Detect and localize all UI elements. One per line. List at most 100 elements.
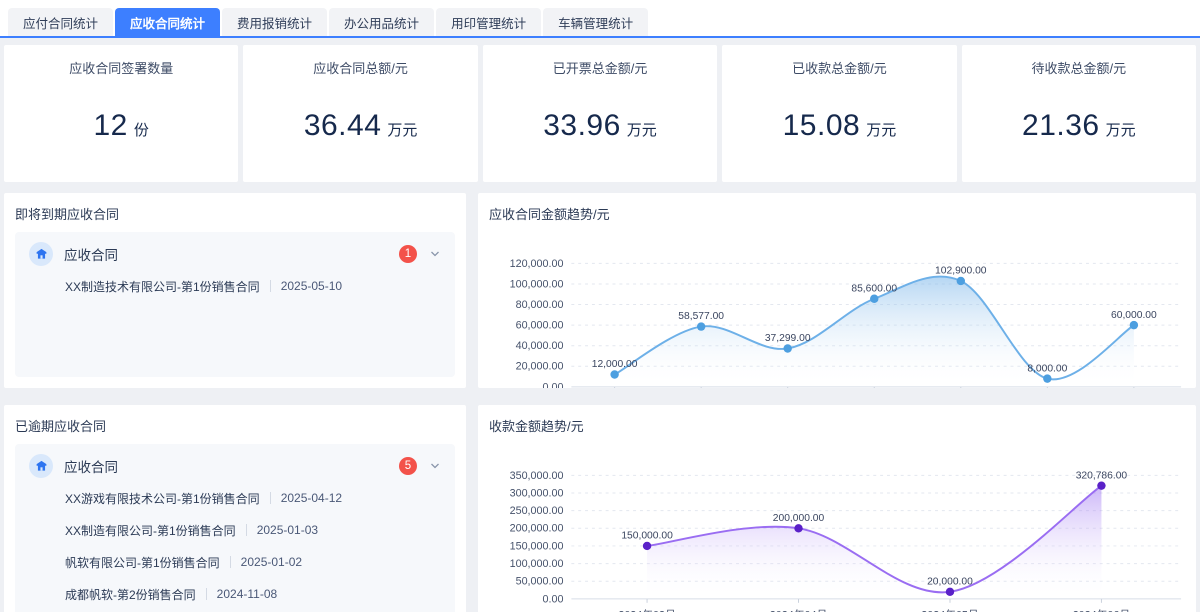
svg-text:0.00: 0.00 [543,381,564,388]
svg-text:150,000.00: 150,000.00 [510,540,564,552]
contract-group-label: 应收合同 [64,460,118,475]
svg-text:60,000.00: 60,000.00 [1111,310,1157,321]
tab-payable-contract-stats[interactable]: 应付合同统计 [8,8,114,36]
contract-date: 2025-01-03 [256,523,319,537]
receivable-trend-panel: 应收合同金额趋势/元 0.00 20,000.00 40,000.00 60,000.… [478,193,1196,388]
contract-building-icon [29,454,53,478]
contract-group-header[interactable]: 应收合同 5 [29,454,441,478]
stat-value: 15.08 [782,109,861,142]
receivable-trend-chart: 0.00 20,000.00 40,000.00 60,000.00 80,000.00… [510,258,1182,388]
contract-name: XX游戏有限技术公司-第1份销售合同 [65,491,260,506]
svg-text:60,000.00: 60,000.00 [516,320,564,332]
stat-value: 21.36 [1022,109,1100,142]
svg-text:80,000.00: 80,000.00 [516,299,564,311]
payment-trend-panel: 收款金额趋势/元 0.00 50,000.00 100,000.00 150,000.… [478,405,1196,612]
stat-card-total-amount: 应收合同总额/元 36.44 万元 [243,45,478,182]
svg-text:2024年04月: 2024年04月 [770,608,827,612]
svg-text:40,000.00: 40,000.00 [516,340,564,352]
svg-text:200,000.00: 200,000.00 [510,523,564,535]
contract-building-icon [29,242,53,266]
chart-area: 0.00 50,000.00 100,000.00 150,000.00 200,000… [489,444,1185,612]
svg-text:2024年05月: 2024年05月 [921,608,978,612]
svg-text:250,000.00: 250,000.00 [510,505,564,517]
svg-text:20,000.00: 20,000.00 [516,361,564,373]
contract-date: 2024-11-08 [216,587,278,601]
stat-card-pending-amount: 待收款总金额/元 21.36 万元 [961,45,1197,182]
item-separator [205,588,207,600]
overdue-receivable-panel: 已逾期应收合同 应收合同 5 XX游戏有限技术公司-第1份销售合同 2025-0… [4,405,466,612]
chart-title: 收款金额趋势/元 [489,419,584,434]
panel-title: 即将到期应收合同 [15,207,120,222]
chevron-down-icon[interactable] [429,460,441,472]
svg-text:12,000.00: 12,000.00 [592,359,638,370]
tab-expense-reimburse-stats[interactable]: 费用报销统计 [222,8,328,36]
tab-seal-management-stats[interactable]: 用印管理统计 [436,8,542,36]
stat-unit: 万元 [387,122,418,139]
contract-item[interactable]: 成都帆软-第2份销售合同 2024-11-08 [65,578,441,610]
svg-text:350,000.00: 350,000.00 [510,470,564,482]
stat-label: 待收款总金额/元 [1031,61,1127,76]
stat-label: 已收款总金额/元 [792,61,887,76]
svg-text:8,000.00: 8,000.00 [1027,363,1067,374]
svg-text:37,299.00: 37,299.00 [765,333,811,344]
contract-date: 2025-01-02 [240,555,303,569]
svg-text:102,900.00: 102,900.00 [935,266,987,277]
contract-list: XX制造技术有限公司-第1份销售合同 2025-05-10 [65,270,441,302]
contract-name: XX制造有限公司-第1份销售合同 [65,523,236,538]
svg-text:100,000.00: 100,000.00 [510,558,564,570]
svg-text:85,600.00: 85,600.00 [851,283,897,294]
chart-title: 应收合同金额趋势/元 [489,207,610,222]
main-grid: 即将到期应收合同 应收合同 1 XX制造技术有限公司-第1份销售合同 2025-… [4,193,1196,612]
svg-text:58,577.00: 58,577.00 [678,311,724,322]
stat-label: 应收合同总额/元 [313,61,408,76]
panel-title: 已逾期应收合同 [15,419,107,434]
item-separator [269,280,271,292]
svg-text:100,000.00: 100,000.00 [510,278,564,290]
contract-item[interactable]: XX游戏有限技术公司-第1份销售合同 2025-04-12 [65,482,441,514]
contract-item[interactable]: XX制造技术有限公司-第1份销售合同 2025-05-10 [65,270,441,302]
stat-value: 33.96 [543,109,621,142]
dashboard-page: 应付合同统计 应收合同统计 费用报销统计 办公用品统计 用印管理统计 车辆管理统… [0,0,1200,612]
tab-bar: 应付合同统计 应收合同统计 费用报销统计 办公用品统计 用印管理统计 车辆管理统… [0,0,1200,38]
stat-unit: 份 [133,122,149,139]
stat-card-sign-count: 应收合同签署数量 12 份 [4,45,239,182]
stat-unit: 万元 [866,122,897,139]
contract-item[interactable]: XX制造有限公司-第1份销售合同 2025-01-03 [65,514,441,546]
tab-office-supplies-stats[interactable]: 办公用品统计 [329,8,435,36]
stat-card-invoiced-amount: 已开票总金额/元 33.96 万元 [482,45,718,182]
stat-label: 应收合同签署数量 [69,61,174,76]
stat-value: 12 [93,109,128,142]
chart-area: 0.00 20,000.00 40,000.00 60,000.00 80,000.00… [489,232,1185,388]
contract-item[interactable]: 帆软有限公司-第1份销售合同 2025-01-02 [65,546,441,578]
contract-date: 2025-04-12 [280,491,343,505]
contract-date: 2025-05-10 [280,279,343,293]
stat-value: 36.44 [303,109,382,142]
contract-name: 帆软有限公司-第1份销售合同 [65,555,220,570]
stat-unit: 万元 [626,122,657,139]
chevron-down-icon[interactable] [429,248,441,260]
svg-text:20,000.00: 20,000.00 [927,576,973,587]
payment-trend-chart: 0.00 50,000.00 100,000.00 150,000.00 200,000… [510,470,1182,612]
count-badge: 1 [399,245,417,263]
item-separator [229,556,231,568]
stat-card-received-amount: 已收款总金额/元 15.08 万元 [722,45,957,182]
svg-text:2024年06月: 2024年06月 [1073,608,1130,612]
svg-text:300,000.00: 300,000.00 [510,487,564,499]
stat-label: 已开票总金额/元 [552,61,648,76]
tab-vehicle-management-stats[interactable]: 车辆管理统计 [543,8,649,36]
stat-unit: 万元 [1105,122,1136,139]
svg-text:50,000.00: 50,000.00 [516,576,564,588]
svg-text:150,000.00: 150,000.00 [621,531,673,542]
contract-name: XX制造技术有限公司-第1份销售合同 [65,279,260,294]
tab-receivable-contract-stats[interactable]: 应收合同统计 [115,8,221,36]
contract-name: 成都帆软-第2份销售合同 [65,587,196,602]
svg-text:200,000.00: 200,000.00 [773,513,825,524]
svg-text:120,000.00: 120,000.00 [510,258,564,270]
upcoming-receivable-panel: 即将到期应收合同 应收合同 1 XX制造技术有限公司-第1份销售合同 2025-… [4,193,466,388]
contract-group-box: 应收合同 1 XX制造技术有限公司-第1份销售合同 2025-05-10 [15,232,455,377]
contract-group-header[interactable]: 应收合同 1 [29,242,441,266]
item-separator [269,492,271,504]
svg-text:320,786.00: 320,786.00 [1076,470,1128,481]
count-badge: 5 [399,457,417,475]
svg-text:0.00: 0.00 [543,593,564,605]
